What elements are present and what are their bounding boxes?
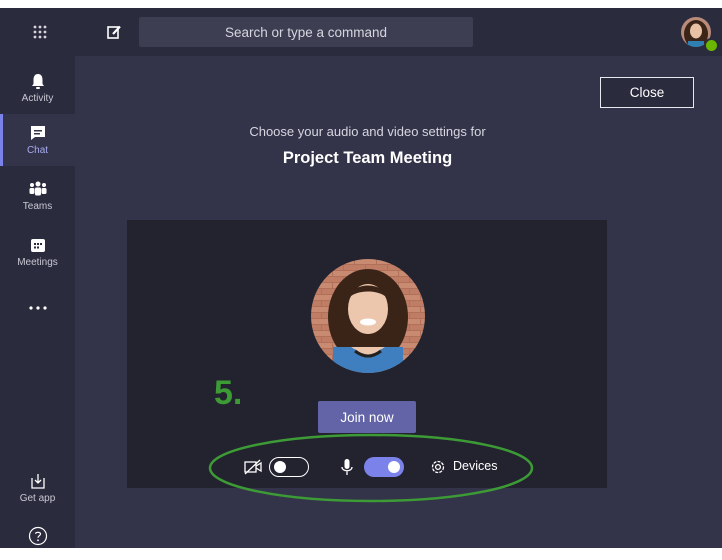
chat-icon — [30, 126, 45, 140]
prejoin-subtitle: Choose your audio and video settings for — [249, 124, 486, 139]
calendar-icon — [30, 239, 45, 252]
camera-off-icon — [244, 459, 262, 475]
rail-item-chat[interactable]: Chat — [0, 114, 75, 166]
help-button[interactable] — [0, 512, 75, 560]
rail-item-label: Activity — [21, 93, 54, 104]
microphone-icon — [341, 459, 353, 475]
annotation-step-number: 5. — [214, 374, 243, 412]
meeting-title: Project Team Meeting — [282, 149, 453, 167]
rail-item-more[interactable] — [0, 282, 75, 334]
join-now-button[interactable]: Join now — [318, 401, 416, 433]
app-launcher-button[interactable] — [16, 8, 64, 56]
rail-item-label: Chat — [26, 145, 49, 156]
app-bar: Activity Chat Teams Meetings Get app — [0, 56, 75, 548]
settings-gear-icon[interactable] — [429, 458, 447, 476]
rail-item-meetings[interactable]: Meetings — [0, 226, 75, 278]
rail-item-label: Meetings — [17, 257, 58, 268]
rail-item-label: Teams — [22, 201, 53, 212]
rail-item-label: Get app — [19, 493, 56, 504]
download-icon — [30, 474, 45, 489]
rail-item-activity[interactable]: Activity — [0, 62, 75, 114]
compose-icon — [107, 25, 121, 39]
top-bar: Search or type a command — [0, 8, 722, 56]
toggle-knob — [388, 461, 400, 473]
rail-item-teams[interactable]: Teams — [0, 170, 75, 222]
search-input[interactable]: Search or type a command — [139, 17, 473, 47]
microphone-toggle[interactable] — [364, 457, 404, 477]
devices-button[interactable]: Devices — [453, 459, 497, 473]
camera-toggle[interactable] — [269, 457, 309, 477]
help-icon — [28, 526, 47, 546]
new-chat-button[interactable] — [94, 8, 134, 56]
toggle-knob — [274, 460, 286, 473]
participant-photo — [311, 259, 425, 373]
waffle-icon — [33, 25, 47, 39]
rail-item-get-app[interactable]: Get app — [0, 462, 75, 514]
close-button[interactable]: Close — [600, 77, 694, 108]
presence-available-badge — [704, 38, 719, 53]
more-icon — [28, 306, 47, 310]
bell-icon — [31, 74, 44, 89]
teams-icon — [29, 181, 46, 196]
